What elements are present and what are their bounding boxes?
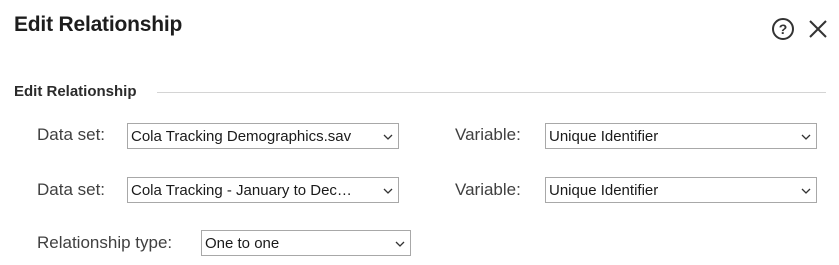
help-icon[interactable]: ? — [772, 18, 794, 40]
chevron-down-icon — [395, 241, 405, 247]
dataset-select-1[interactable]: Cola Tracking Demographics.sav — [127, 123, 399, 149]
section-divider — [157, 92, 826, 93]
variable-select-2-value: Unique Identifier — [549, 182, 659, 199]
chevron-down-icon — [801, 134, 811, 140]
variable-label-1: Variable: — [455, 125, 521, 144]
dataset-select-1-value: Cola Tracking Demographics.sav — [131, 128, 352, 145]
dialog-title: Edit Relationship — [14, 13, 183, 36]
relationship-type-select[interactable]: One to one — [201, 230, 411, 256]
chevron-down-icon — [383, 188, 393, 194]
relationship-type-label: Relationship type: — [37, 233, 173, 252]
chevron-down-icon — [383, 134, 393, 140]
variable-label-2: Variable: — [455, 180, 521, 199]
section-label: Edit Relationship — [14, 83, 137, 100]
variable-select-1-value: Unique Identifier — [549, 128, 659, 145]
dataset-label-2: Data set: — [37, 180, 106, 199]
dataset-select-2-value: Cola Tracking - January to Dec… — [131, 182, 352, 199]
variable-select-2[interactable]: Unique Identifier — [545, 177, 817, 203]
chevron-down-icon — [801, 188, 811, 194]
variable-select-1[interactable]: Unique Identifier — [545, 123, 817, 149]
close-icon[interactable] — [806, 17, 830, 41]
dataset-label-1: Data set: — [37, 125, 106, 144]
relationship-type-value: One to one — [205, 235, 280, 252]
dataset-select-2[interactable]: Cola Tracking - January to Dec… — [127, 177, 399, 203]
